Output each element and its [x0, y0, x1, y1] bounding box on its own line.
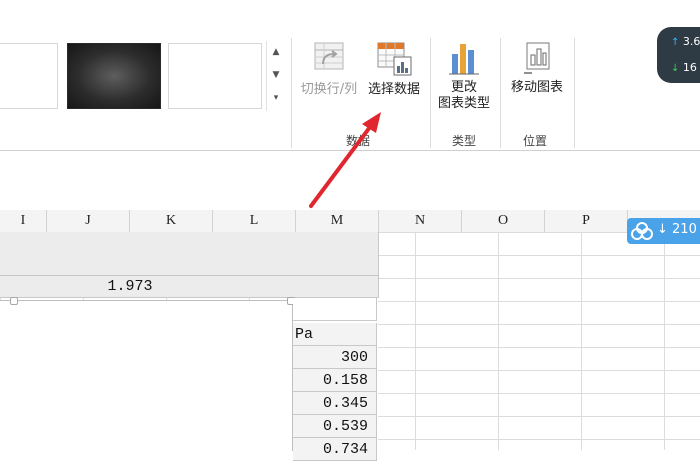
move-chart-icon — [524, 42, 550, 74]
bar-chart-icon — [449, 44, 479, 75]
move-chart-button[interactable]: 移动图表 — [504, 40, 570, 96]
column-header-p[interactable]: P — [545, 210, 628, 232]
table-cell[interactable]: 300 — [293, 346, 377, 369]
chart-style-thumbnail-3[interactable] — [168, 43, 262, 109]
column-header-n[interactable]: N — [379, 210, 462, 232]
group-separator — [574, 38, 575, 148]
cloud-icon — [631, 222, 653, 240]
select-data-label: 选择数据 — [367, 82, 420, 97]
group-label-location: 位置 — [523, 134, 548, 148]
column-header-m[interactable]: M — [296, 210, 379, 232]
chart-styles-scroller[interactable]: ▲ ▼ ▾ — [266, 41, 285, 111]
switch-row-column-label: 切换行/列 — [300, 82, 358, 97]
table-cell[interactable]: 0.539 — [293, 415, 377, 438]
cloud-badge-text: ↓ 210 — [657, 222, 697, 237]
chart-style-thumbnail-1[interactable] — [0, 43, 58, 109]
chart-style-thumbnail-2[interactable] — [67, 43, 161, 109]
cloud-sync-badge[interactable]: ↓ 210 — [627, 218, 700, 244]
network-speed-widget[interactable]: ↑ 3.6 ↓ 16 — [657, 27, 700, 83]
ribbon: ▲ ▼ ▾ 切换行/列 选择数据 数据 更改 图表类型 类型 移动图表 位置 — [0, 28, 700, 151]
upload-arrow-icon: ↑ — [671, 37, 680, 48]
column-header-row: I J K L M N O P — [0, 210, 700, 233]
switch-row-column-button[interactable]: 切换行/列 — [296, 40, 362, 98]
change-chart-type-button[interactable]: 更改 图表类型 — [434, 40, 494, 112]
column-header-l[interactable]: L — [213, 210, 296, 232]
chart-area[interactable] — [0, 300, 293, 451]
change-chart-type-label-2: 图表类型 — [437, 96, 490, 111]
group-separator — [500, 38, 501, 148]
more-styles-icon[interactable]: ▾ — [267, 87, 285, 110]
merged-cell-value: 1.973 — [107, 278, 153, 295]
group-label-type: 类型 — [452, 134, 477, 148]
column-m-cells: Pa 300 0.158 0.345 0.539 0.734 — [293, 298, 378, 461]
scroll-up-icon[interactable]: ▲ — [267, 41, 285, 64]
table-cell[interactable]: Pa — [293, 323, 377, 346]
upload-speed: ↑ 3.6 — [671, 35, 700, 48]
scroll-down-icon[interactable]: ▼ — [267, 64, 285, 87]
download-arrow-icon: ↓ — [671, 63, 680, 74]
chart-resize-handle[interactable] — [10, 297, 18, 305]
download-speed: ↓ 16 — [671, 61, 697, 74]
group-separator — [430, 38, 431, 148]
table-cell[interactable]: 0.158 — [293, 369, 377, 392]
move-chart-label: 移动图表 — [510, 80, 563, 95]
switch-row-column-icon — [314, 42, 344, 70]
formula-bar-area[interactable] — [0, 152, 700, 211]
select-data-icon — [377, 42, 412, 76]
table-cell[interactable] — [293, 298, 377, 321]
change-chart-type-label-1: 更改 — [450, 80, 477, 95]
column-header-o[interactable]: O — [462, 210, 545, 232]
table-cell[interactable]: 0.345 — [293, 392, 377, 415]
group-separator — [291, 38, 292, 148]
column-header-k[interactable]: K — [130, 210, 213, 232]
column-header-j[interactable]: J — [47, 210, 130, 232]
group-label-data: 数据 — [346, 134, 371, 148]
select-data-button[interactable]: 选择数据 — [364, 40, 424, 98]
column-header-i[interactable]: I — [0, 210, 47, 232]
